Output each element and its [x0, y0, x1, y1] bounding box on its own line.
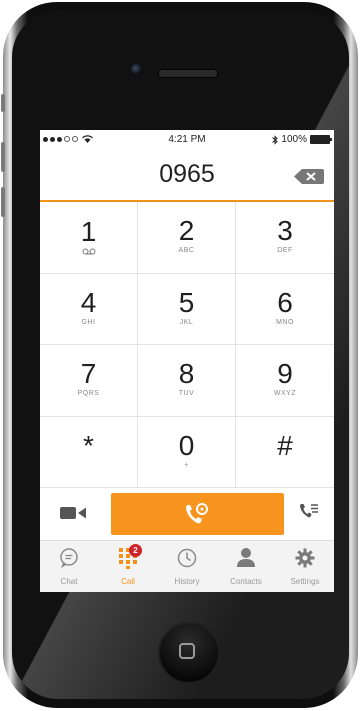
- tab-label: Contacts: [230, 577, 262, 586]
- key-1[interactable]: 1: [40, 202, 138, 274]
- battery-area: 100%: [272, 134, 332, 145]
- number-display: 0965: [40, 152, 334, 202]
- key-digit: 4: [80, 286, 97, 318]
- tab-call[interactable]: 2 Call: [99, 541, 157, 592]
- battery-icon: [310, 135, 332, 144]
- action-row: [40, 490, 334, 540]
- key-letters: DEF: [277, 247, 293, 255]
- key-3[interactable]: 3 DEF: [236, 202, 334, 274]
- key-star[interactable]: *: [40, 416, 138, 488]
- key-0[interactable]: 0 +: [138, 416, 236, 488]
- tab-history[interactable]: History: [158, 541, 216, 592]
- tab-settings[interactable]: Settings: [276, 541, 334, 592]
- phone-call-icon: [186, 503, 208, 524]
- key-letters: PQRS: [77, 390, 100, 398]
- key-digit: 1: [80, 216, 97, 248]
- tab-label: History: [174, 577, 200, 586]
- call-options-icon[interactable]: [299, 502, 319, 520]
- backspace-icon[interactable]: [294, 169, 324, 184]
- dialed-number: 0965: [159, 160, 215, 188]
- tab-chat[interactable]: Chat: [40, 541, 98, 592]
- keypad: 1 2 ABC 3 DEF 4 GHI 5 JKL 6 MNO 7 PQRS 8…: [40, 202, 334, 488]
- tab-bar: Chat 2 Call History Contacts Settings: [40, 540, 334, 592]
- clock-icon: [177, 548, 197, 568]
- key-digit: *: [83, 429, 94, 461]
- key-digit: 0: [178, 429, 195, 461]
- key-digit: 5: [178, 286, 195, 318]
- tab-label: Call: [121, 577, 135, 586]
- key-letters: WXYZ: [273, 390, 297, 398]
- front-camera: [131, 64, 142, 75]
- tab-label: Settings: [290, 577, 320, 586]
- tab-label: Chat: [60, 577, 78, 586]
- key-digit: 6: [277, 286, 293, 318]
- battery-percent: 100%: [281, 134, 307, 145]
- key-9[interactable]: 9 WXYZ: [236, 345, 334, 417]
- key-letters: TUV: [178, 390, 195, 398]
- key-letters: ABC: [178, 247, 195, 255]
- key-letters: +: [184, 461, 189, 469]
- call-badge: 2: [129, 544, 142, 557]
- key-digit: 3: [277, 215, 293, 247]
- home-button[interactable]: [158, 622, 220, 684]
- key-digit: 2: [178, 215, 195, 247]
- tab-contacts[interactable]: Contacts: [217, 541, 275, 592]
- key-digit: 9: [277, 358, 293, 390]
- volume-up-button: [1, 142, 5, 172]
- mute-switch: [1, 94, 5, 112]
- person-icon: [237, 548, 255, 567]
- key-digit: 8: [178, 358, 195, 390]
- key-letters: GHI: [81, 318, 96, 326]
- key-hash[interactable]: #: [236, 417, 334, 488]
- key-letters: MNO: [276, 318, 294, 326]
- key-6[interactable]: 6 MNO: [236, 274, 334, 345]
- volume-down-button: [1, 187, 5, 217]
- key-letters: JKL: [179, 318, 194, 326]
- call-button[interactable]: [111, 493, 284, 535]
- home-square-icon: [179, 643, 195, 659]
- phone-frame: 4:21 PM 100% 0965 1 2 ABC 3 DEF 4 GHI 5 …: [1, 2, 358, 708]
- gear-icon: [295, 548, 315, 568]
- key-digit: 7: [80, 358, 97, 390]
- status-bar: 4:21 PM 100%: [40, 130, 334, 150]
- key-4[interactable]: 4 GHI: [40, 273, 138, 345]
- key-7[interactable]: 7 PQRS: [40, 345, 138, 417]
- earpiece: [158, 69, 218, 78]
- video-call-icon[interactable]: [60, 506, 86, 520]
- key-5[interactable]: 5 JKL: [138, 273, 236, 345]
- key-digit: #: [277, 429, 293, 461]
- app-screen: 4:21 PM 100% 0965 1 2 ABC 3 DEF 4 GHI 5 …: [40, 130, 334, 592]
- voicemail-icon: [82, 248, 95, 255]
- chat-icon: [60, 548, 78, 568]
- bluetooth-icon: [272, 134, 279, 145]
- key-8[interactable]: 8 TUV: [138, 345, 236, 417]
- key-2[interactable]: 2 ABC: [138, 202, 236, 274]
